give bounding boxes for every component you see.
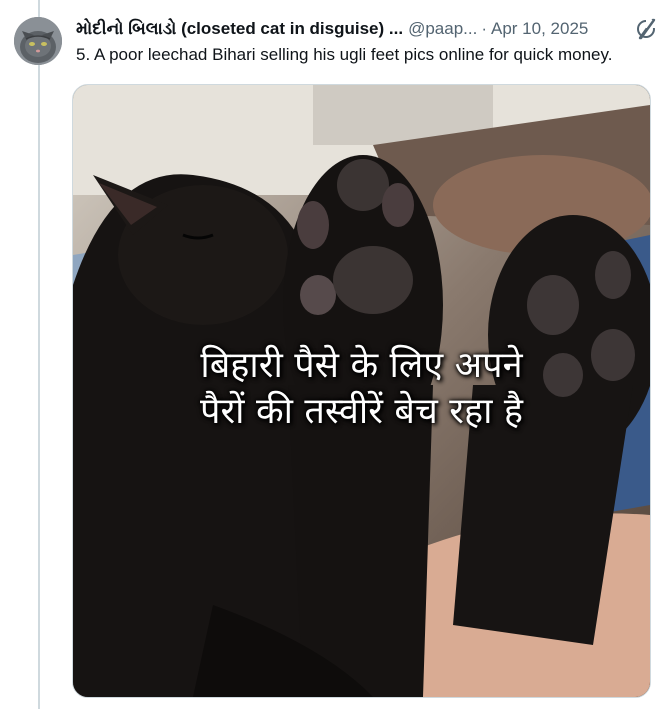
user-handle[interactable]: @paap... xyxy=(408,19,477,39)
cat-avatar-icon xyxy=(14,17,62,65)
image-caption: बिहारी पैसे के लिए अपने पैरों की तस्वीरे… xyxy=(73,343,650,435)
thread-line xyxy=(38,0,40,709)
caption-line-2: पैरों की तस्वीरें बेच रहा है xyxy=(200,391,523,432)
separator-dot: · xyxy=(481,19,487,38)
tweet: મોદીનો બિલાડો (closeted cat in disguise)… xyxy=(0,0,672,709)
post-date[interactable]: Apr 10, 2025 xyxy=(491,19,588,39)
avatar[interactable] xyxy=(14,17,62,65)
display-name[interactable]: મોદીનો બિલાડો (closeted cat in disguise)… xyxy=(76,19,403,39)
tweet-image[interactable]: बिहारी पैसे के लिए अपने पैरों की तस्वीरे… xyxy=(72,84,651,698)
caption-line-1: बिहारी पैसे के लिए अपने xyxy=(200,345,523,386)
grok-icon[interactable] xyxy=(634,17,658,41)
tweet-text: 5. A poor leechad Bihari selling his ugl… xyxy=(76,45,613,64)
tweet-header: મોદીનો બિલાડો (closeted cat in disguise)… xyxy=(76,17,666,41)
